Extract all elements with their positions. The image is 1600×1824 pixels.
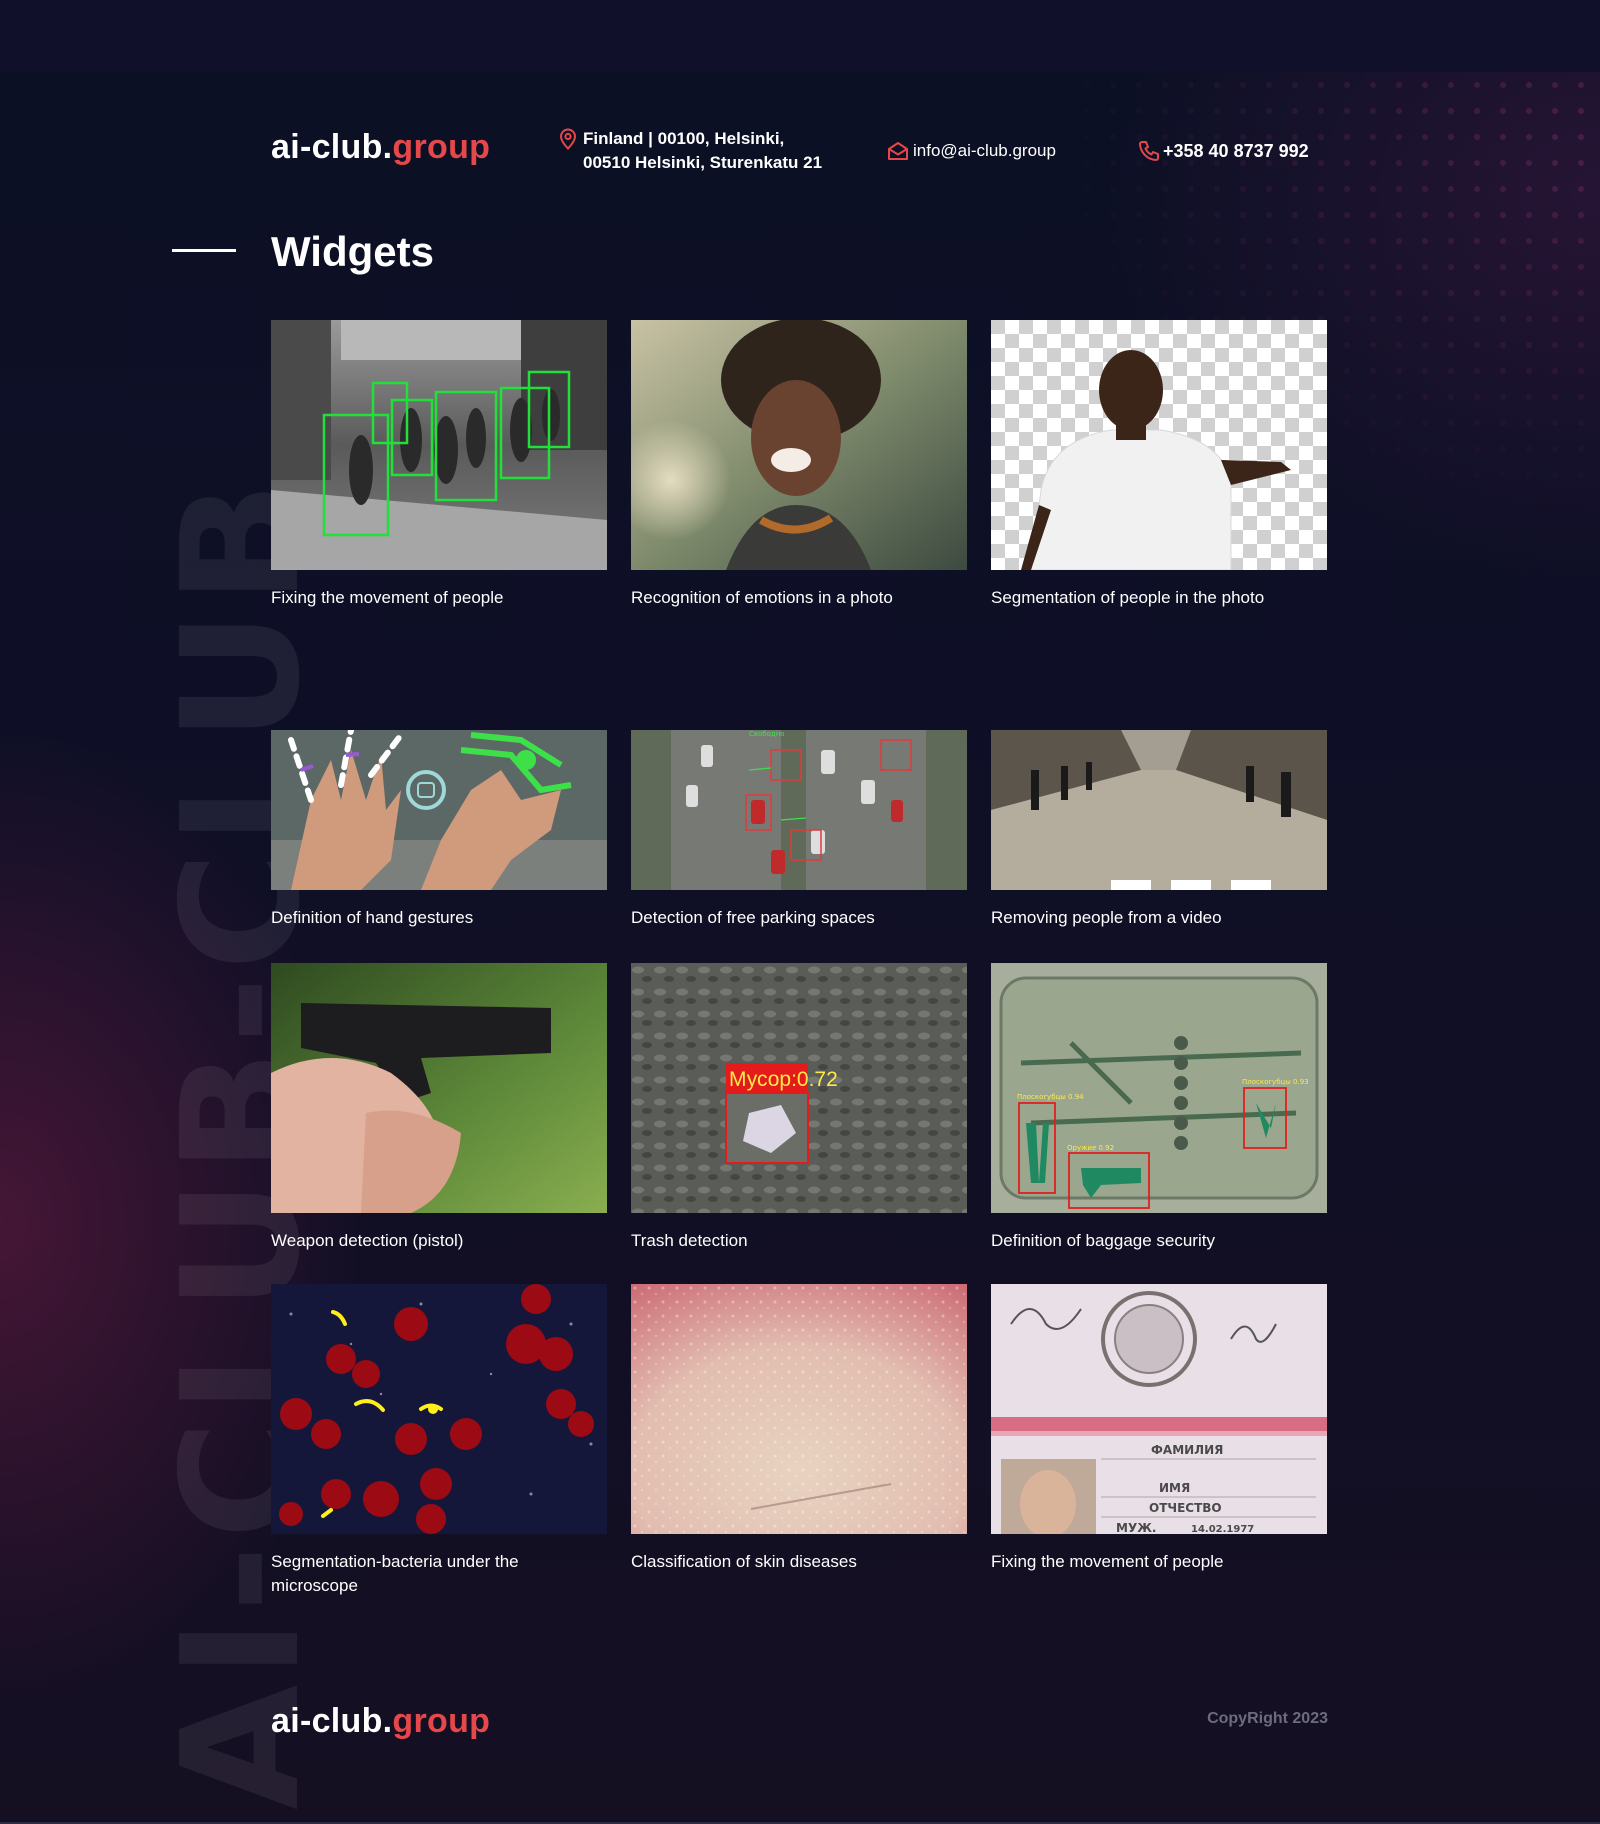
widget-card-remove-people[interactable]: Removing people from a video (991, 730, 1327, 930)
widget-thumbnail[interactable] (271, 730, 607, 890)
detection-label: Мусор:0.72 (729, 1068, 838, 1091)
email-link[interactable]: info@ai-club.group (913, 139, 1056, 163)
widget-caption: Fixing the movement of people (271, 588, 504, 607)
widget-caption: Definition of baggage security (991, 1231, 1215, 1250)
footer-logo[interactable]: ai-club.group (271, 1702, 490, 1741)
logo-text: ai-club. (271, 128, 393, 166)
widget-caption: Removing people from a video (991, 908, 1222, 927)
header-address: Finland | 00100, Helsinki, 00510 Helsink… (557, 127, 822, 175)
document-field-name: ИМЯ (1159, 1481, 1190, 1495)
page-title: Widgets (271, 228, 434, 275)
document-field-birthdate: 14.02.1977 (1191, 1524, 1254, 1534)
widget-thumbnail[interactable] (271, 1284, 607, 1534)
widget-thumbnail[interactable]: Мусор:0.72 (631, 963, 967, 1213)
logo-accent: group (392, 1702, 491, 1740)
header-logo[interactable]: ai-club.group (271, 128, 490, 167)
widget-card-bacteria-segmentation[interactable]: Segmentation-bacteria under the microsco… (271, 1284, 607, 1598)
section-title-line (172, 249, 236, 252)
widget-thumbnail[interactable] (991, 730, 1327, 890)
widget-card-document[interactable]: ФАМИЛИЯ ИМЯ ОТЧЕСТВО МУЖ. 14.02.1977 Fix… (991, 1284, 1327, 1574)
widget-card-baggage-security[interactable]: Плоскогубцы 0.94 Плоскогубцы 0.93 Оружие… (991, 963, 1327, 1253)
detection-label-weapon: Оружие 0.92 (1067, 1144, 1114, 1152)
location-pin-icon (557, 127, 579, 151)
header-email[interactable]: info@ai-club.group (887, 139, 1056, 163)
widget-card-people-movement[interactable]: Fixing the movement of people (271, 320, 607, 610)
widget-card-emotion-recognition[interactable]: Recognition of emotions in a photo (631, 320, 967, 610)
widget-caption: Classification of skin diseases (631, 1552, 857, 1571)
logo-accent: group (392, 128, 491, 166)
widget-caption: Segmentation of people in the photo (991, 588, 1265, 607)
widget-caption: Fixing the movement of people (991, 1552, 1224, 1571)
document-field-patronymic: ОТЧЕСТВО (1149, 1501, 1222, 1515)
address-line-2: 00510 Helsinki, Sturenkatu 21 (583, 153, 823, 172)
widget-thumbnail[interactable] (271, 320, 607, 570)
logo-text: ai-club. (271, 1702, 393, 1740)
widget-caption: Detection of free parking spaces (631, 908, 875, 927)
widget-thumbnail[interactable]: Плоскогубцы 0.94 Плоскогубцы 0.93 Оружие… (991, 963, 1327, 1213)
widget-thumbnail[interactable]: Свободно (631, 730, 967, 890)
phone-icon (1137, 139, 1159, 163)
widget-thumbnail[interactable]: ФАМИЛИЯ ИМЯ ОТЧЕСТВО МУЖ. 14.02.1977 (991, 1284, 1327, 1534)
detection-label-pliers-2: Плоскогубцы 0.93 (1242, 1078, 1309, 1086)
phone-link[interactable]: +358 40 8737 992 (1163, 139, 1309, 163)
widget-caption: Definition of hand gestures (271, 908, 474, 927)
copyright-text: CopyRight 2023 (1207, 1710, 1328, 1727)
widget-thumbnail[interactable] (631, 320, 967, 570)
envelope-icon (887, 139, 909, 163)
widget-card-skin-diseases[interactable]: Classification of skin diseases (631, 1284, 967, 1574)
widget-caption: Weapon detection (pistol) (271, 1231, 464, 1250)
widget-caption: Trash detection (631, 1231, 748, 1250)
widget-card-parking-detection[interactable]: Свободно Detection of free parking space… (631, 730, 967, 930)
widget-caption: Recognition of emotions in a photo (631, 588, 893, 607)
address-line-1: Finland | 00100, Helsinki, (583, 129, 785, 148)
widget-card-people-segmentation[interactable]: Segmentation of people in the photo (991, 320, 1327, 610)
detection-label-pliers-1: Плоскогубцы 0.94 (1017, 1093, 1084, 1101)
top-band (0, 0, 1600, 72)
widget-thumbnail[interactable] (271, 963, 607, 1213)
widget-card-hand-gestures[interactable]: Definition of hand gestures (271, 730, 607, 930)
widget-caption: Segmentation-bacteria under the microsco… (271, 1552, 519, 1595)
header-phone[interactable]: +358 40 8737 992 (1137, 139, 1309, 163)
widget-thumbnail[interactable] (991, 320, 1327, 570)
widget-card-trash-detection[interactable]: Мусор:0.72 Trash detection (631, 963, 967, 1253)
svg-text:Свободно: Свободно (749, 730, 785, 738)
widget-card-weapon-detection[interactable]: Weapon detection (pistol) (271, 963, 607, 1253)
document-field-sex: МУЖ. (1116, 1521, 1156, 1534)
widget-thumbnail[interactable] (631, 1284, 967, 1534)
document-field-surname: ФАМИЛИЯ (1151, 1443, 1223, 1457)
